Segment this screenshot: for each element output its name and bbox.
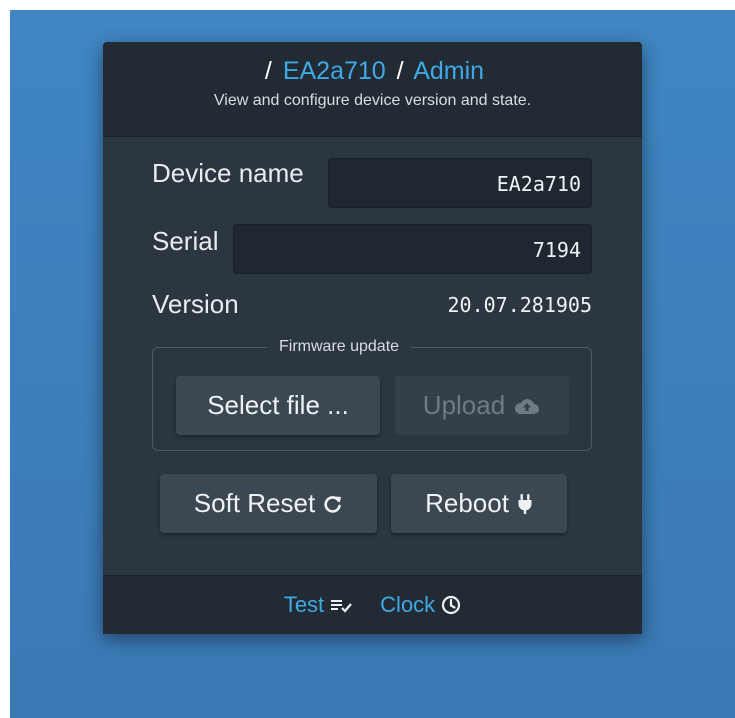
breadcrumb-device-link[interactable]: EA2a710 bbox=[283, 57, 386, 85]
firmware-update-legend: Firmware update bbox=[279, 338, 400, 355]
serial-row: Serial bbox=[152, 226, 218, 257]
clock-label: Clock bbox=[380, 592, 436, 617]
soft-reset-label: Soft Reset bbox=[193, 488, 316, 518]
plug-icon bbox=[517, 493, 533, 515]
device-name-row: Device name bbox=[152, 158, 304, 189]
upload-label: Upload bbox=[422, 390, 506, 420]
clock-link[interactable]: Clock bbox=[380, 592, 461, 618]
version-label: Version bbox=[152, 289, 239, 319]
serial-label: Serial bbox=[152, 226, 219, 256]
select-file-label: Select file ... bbox=[207, 390, 349, 420]
breadcrumb: / EA2a710 / Admin bbox=[103, 42, 642, 86]
clock-icon bbox=[441, 595, 461, 615]
cloud-upload-icon bbox=[513, 396, 541, 416]
version-row: Version bbox=[152, 289, 239, 320]
panel-footer: Test Clock bbox=[103, 575, 642, 634]
checklist-icon bbox=[330, 597, 353, 613]
upload-button[interactable]: Upload bbox=[395, 376, 569, 435]
refresh-icon bbox=[323, 494, 343, 514]
serial-field[interactable]: 7194 bbox=[233, 224, 592, 274]
soft-reset-button[interactable]: Soft Reset bbox=[160, 474, 377, 533]
test-link[interactable]: Test bbox=[283, 592, 353, 618]
test-label: Test bbox=[283, 592, 325, 617]
breadcrumb-separator: / bbox=[396, 57, 404, 85]
version-value: 20.07.281905 bbox=[447, 293, 593, 317]
reboot-label: Reboot bbox=[425, 488, 509, 518]
reboot-button[interactable]: Reboot bbox=[391, 474, 567, 533]
device-name-field[interactable]: EA2a710 bbox=[328, 158, 592, 208]
select-file-button[interactable]: Select file ... bbox=[176, 376, 380, 435]
breadcrumb-admin-link[interactable]: Admin bbox=[413, 57, 484, 85]
panel-header: / EA2a710 / Admin View and configure dev… bbox=[103, 42, 642, 137]
device-name-label: Device name bbox=[152, 158, 304, 188]
page-subtitle: View and configure device version and st… bbox=[213, 92, 532, 109]
breadcrumb-separator: / bbox=[264, 57, 272, 85]
